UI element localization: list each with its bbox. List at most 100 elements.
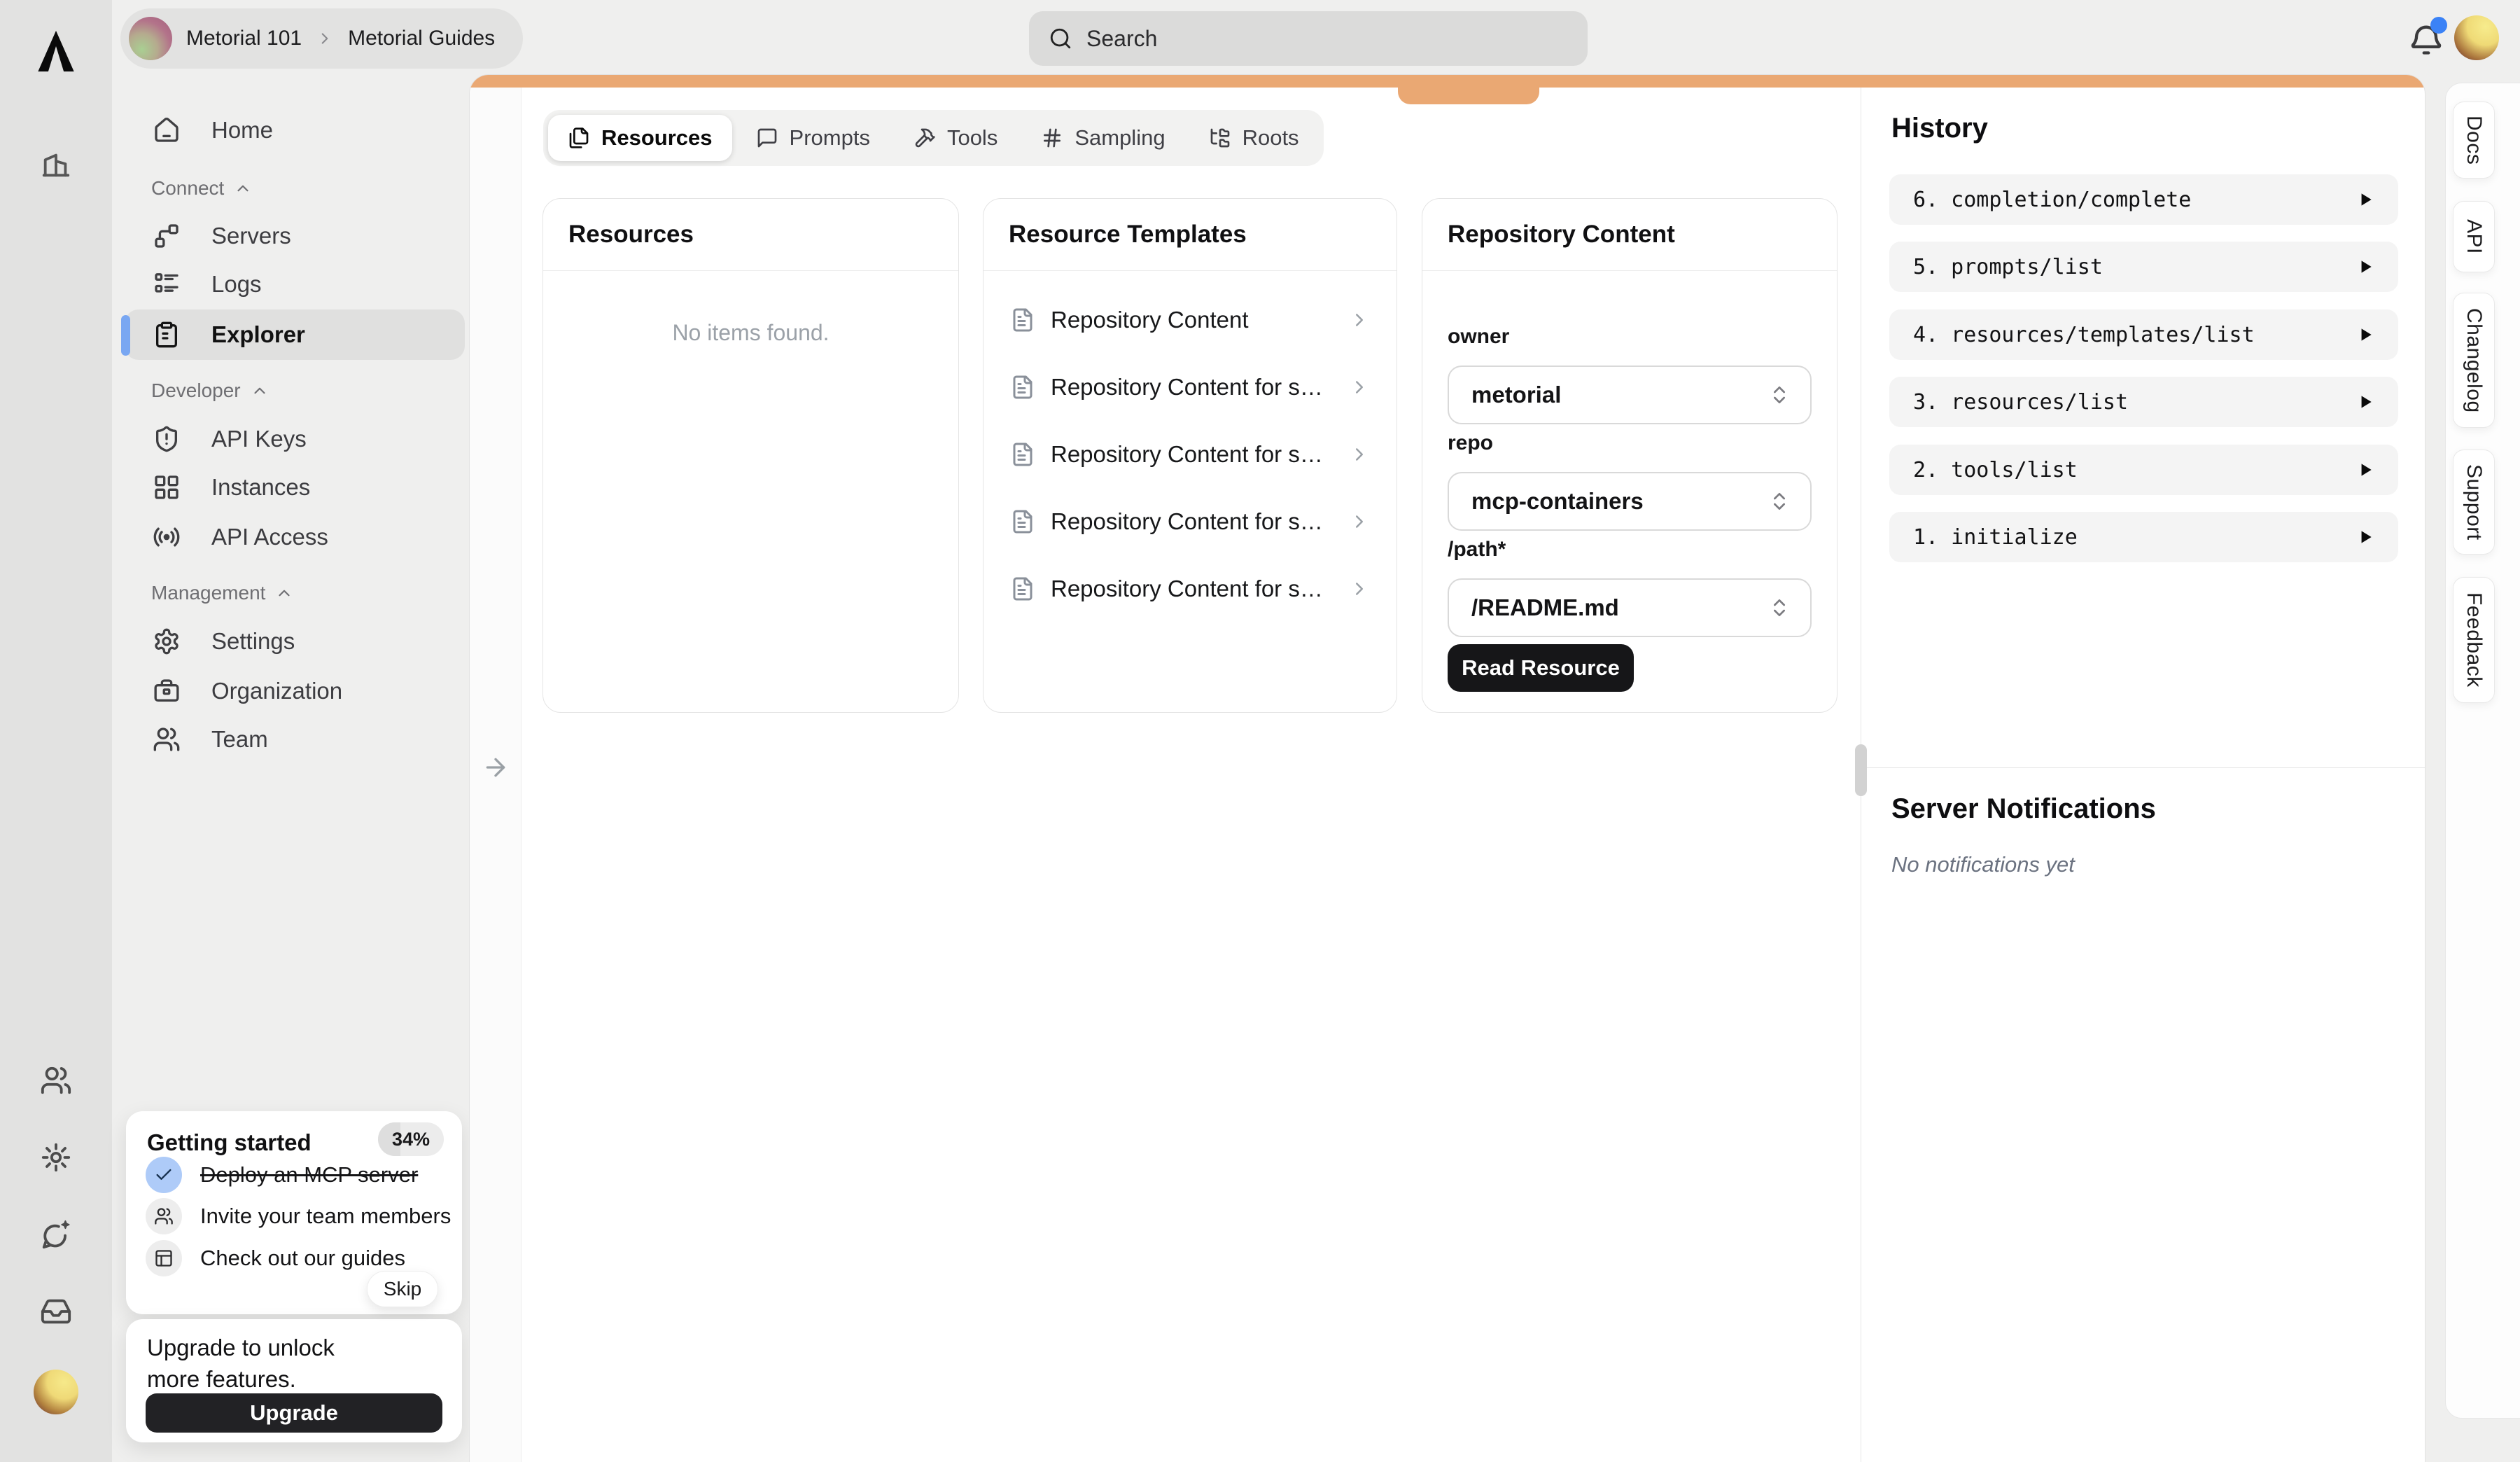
project-avatar xyxy=(129,17,172,60)
templates-panel-header: Resource Templates xyxy=(983,199,1396,271)
tab-tools[interactable]: Tools xyxy=(894,115,1017,161)
settings-icon[interactable] xyxy=(40,1141,72,1174)
history-item[interactable]: 2. tools/list xyxy=(1889,445,2398,495)
briefcase-icon xyxy=(153,677,181,705)
sidebar-item-label: API Keys xyxy=(211,426,307,452)
upgrade-button[interactable]: Upgrade xyxy=(146,1393,442,1433)
collapsed-panel-strip[interactable] xyxy=(470,88,522,1462)
getting-started-card: Getting started 34% Deploy an MCP server… xyxy=(126,1111,462,1314)
tab-resources[interactable]: Resources xyxy=(548,115,732,161)
tab-roots[interactable]: Roots xyxy=(1189,115,1319,161)
template-list: Repository Content Repository Content fo… xyxy=(983,271,1396,622)
feedback-chat-icon[interactable] xyxy=(40,1218,72,1251)
task-check-circle xyxy=(146,1157,182,1193)
logs-icon xyxy=(153,270,181,298)
divider-drag-handle[interactable] xyxy=(1855,744,1867,796)
history-item[interactable]: 1. initialize xyxy=(1889,512,2398,562)
chevron-right-icon xyxy=(1349,377,1370,398)
task-icon-circle xyxy=(146,1240,182,1276)
chevrons-up-down-icon xyxy=(1768,597,1791,619)
chevron-right-icon xyxy=(1349,511,1370,532)
template-row[interactable]: Repository Content xyxy=(1002,286,1378,354)
template-row[interactable]: Repository Content for spe… xyxy=(1002,421,1378,488)
history-label: 6. completion/complete xyxy=(1913,188,2191,212)
search-icon xyxy=(1049,27,1072,50)
repo-select[interactable]: mcp-containers xyxy=(1448,472,1812,531)
tab-sampling[interactable]: Sampling xyxy=(1021,115,1184,161)
history-label: 2. tools/list xyxy=(1913,458,2078,482)
template-label: Repository Content for spe… xyxy=(1051,441,1334,468)
side-tab-docs[interactable]: Docs xyxy=(2453,102,2495,179)
template-row[interactable]: Repository Content for spe… xyxy=(1002,488,1378,555)
workspace-avatar[interactable] xyxy=(34,1370,78,1414)
search-input[interactable]: Search xyxy=(1029,11,1588,66)
user-avatar[interactable] xyxy=(2454,15,2499,60)
history-item[interactable]: 6. completion/complete xyxy=(1889,174,2398,225)
history-region: History 6. completion/complete 5. prompt… xyxy=(1861,88,2425,1462)
progress-value: 34% xyxy=(392,1129,430,1150)
owner-value: metorial xyxy=(1471,382,1561,408)
history-item[interactable]: 3. resources/list xyxy=(1889,377,2398,427)
sidebar-item-logs[interactable]: Logs xyxy=(125,259,465,309)
task-deploy-server[interactable]: Deploy an MCP server xyxy=(146,1156,418,1194)
sidebar-item-explorer[interactable]: Explorer xyxy=(125,309,465,360)
server-notifications-title: Server Notifications xyxy=(1891,793,2156,825)
chevron-right-icon xyxy=(1349,309,1370,330)
breadcrumb-page: Metorial Guides xyxy=(348,27,495,50)
inbox-icon[interactable] xyxy=(40,1295,72,1328)
section-divider xyxy=(1861,767,2425,768)
side-tab-feedback[interactable]: Feedback xyxy=(2453,577,2495,703)
sidebar-item-label: API Access xyxy=(211,524,328,550)
expand-arrow-icon xyxy=(482,753,510,781)
path-value: /README.md xyxy=(1471,594,1619,621)
tab-prompts[interactable]: Prompts xyxy=(736,115,890,161)
chevrons-up-down-icon xyxy=(1768,384,1791,406)
sidebar-section-developer[interactable]: Developer xyxy=(151,375,269,406)
sidebar-item-instances[interactable]: Instances xyxy=(125,462,465,513)
sidebar-section-connect[interactable]: Connect xyxy=(151,173,252,204)
path-select[interactable]: /README.md xyxy=(1448,578,1812,637)
task-icon-circle xyxy=(146,1198,182,1234)
breadcrumb[interactable]: Metorial 101 Metorial Guides xyxy=(120,8,523,69)
history-label: 3. resources/list xyxy=(1913,390,2128,415)
history-item[interactable]: 4. resources/templates/list xyxy=(1889,309,2398,360)
play-icon xyxy=(2356,326,2374,344)
tab-label: Tools xyxy=(947,125,997,151)
skip-button[interactable]: Skip xyxy=(367,1271,438,1307)
task-invite-team[interactable]: Invite your team members xyxy=(146,1197,451,1235)
task-check-guides[interactable]: Check out our guides xyxy=(146,1239,405,1277)
sidebar-section-management[interactable]: Management xyxy=(151,578,293,608)
grid-icon xyxy=(153,473,181,501)
side-tab-support[interactable]: Support xyxy=(2453,450,2495,555)
sidebar-item-api-keys[interactable]: API Keys xyxy=(125,414,465,464)
notifications-button[interactable] xyxy=(2408,21,2444,57)
side-tab-changelog[interactable]: Changelog xyxy=(2453,293,2495,428)
owner-select[interactable]: metorial xyxy=(1448,366,1812,424)
sidebar-item-organization[interactable]: Organization xyxy=(125,666,465,716)
chevron-up-icon xyxy=(251,382,269,400)
sidebar-item-home[interactable]: Home xyxy=(125,105,465,155)
resources-panel: Resources No items found. xyxy=(542,198,959,713)
progress-badge: 34% xyxy=(378,1122,444,1156)
sidebar-item-settings[interactable]: Settings xyxy=(125,616,465,667)
sidebar-item-team[interactable]: Team xyxy=(125,714,465,765)
chevron-up-icon xyxy=(275,584,293,602)
read-resource-button[interactable]: Read Resource xyxy=(1448,644,1634,692)
left-rail xyxy=(0,0,112,1462)
history-title: History xyxy=(1891,113,1988,144)
sidebar-item-label: Team xyxy=(211,726,268,753)
side-tab-api[interactable]: API xyxy=(2453,201,2495,272)
template-row[interactable]: Repository Content for spe… xyxy=(1002,555,1378,622)
side-tab-label: API xyxy=(2462,219,2486,254)
template-row[interactable]: Repository Content for spe… xyxy=(1002,354,1378,421)
history-item[interactable]: 5. prompts/list xyxy=(1889,242,2398,292)
right-edge-panel xyxy=(2445,83,2520,1419)
members-icon[interactable] xyxy=(40,1064,72,1096)
sidebar-item-servers[interactable]: Servers xyxy=(125,211,465,261)
organization-switcher-icon[interactable] xyxy=(40,148,72,181)
chevron-right-icon xyxy=(1349,578,1370,599)
task-label: Check out our guides xyxy=(200,1246,405,1271)
sidebar-item-api-access[interactable]: API Access xyxy=(125,512,465,562)
side-tab-label: Docs xyxy=(2462,116,2486,165)
folder-tree-icon xyxy=(1209,127,1231,149)
